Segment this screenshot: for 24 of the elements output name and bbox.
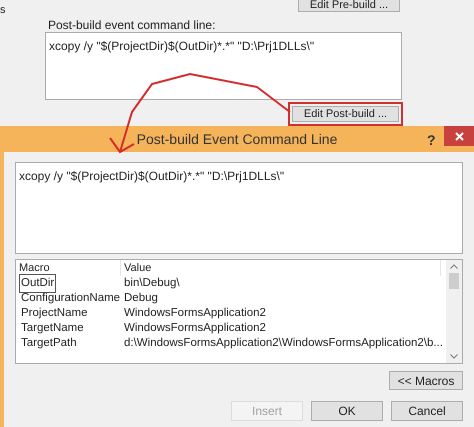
scroll-up-icon[interactable] xyxy=(450,264,458,269)
scrollbar[interactable] xyxy=(446,260,462,363)
table-cell-text: WindowsFormsApplication2 xyxy=(123,320,266,336)
table-cell-text: WindowsFormsApplication2 xyxy=(123,306,266,321)
scroll-down-icon[interactable] xyxy=(450,354,458,359)
dialog-button[interactable]: OK xyxy=(311,401,383,421)
help-button[interactable]: ? xyxy=(427,130,436,151)
macros-button[interactable]: << Macros xyxy=(389,371,463,390)
macro-cell[interactable]: OutDir xyxy=(19,274,56,294)
column-header[interactable]: Macro xyxy=(16,260,121,276)
dialog-button[interactable]: Cancel xyxy=(391,401,463,421)
table-cell-text: d:\WindowsFormsApplication2\WindowsFormsApplication2\b... xyxy=(123,336,443,351)
table-cell-text: Debug xyxy=(123,290,158,306)
command-textarea[interactable]: xcopy /y "$(ProjectDir)$(OutDir)*.*" "D:\Prj1DLLs\" xyxy=(45,32,402,100)
column-header[interactable]: Value xyxy=(121,260,441,276)
close-button[interactable] xyxy=(444,126,474,146)
close-icon xyxy=(454,132,464,140)
cut-off-label: s xyxy=(0,3,6,18)
edit-prebuild-button[interactable]: Edit Pre-build ... xyxy=(298,0,400,12)
command-textarea[interactable]: xcopy /y "$(ProjectDir)$(OutDir)*.*" "D:\Prj1DLLs\" xyxy=(15,162,463,254)
scrollbar-thumb[interactable] xyxy=(449,273,459,289)
table-cell-text: bin\Debug\ xyxy=(123,276,180,291)
command-line-label: Post-build event command line: xyxy=(48,17,216,34)
dialog-title: Post-build Event Command Line xyxy=(136,130,338,148)
